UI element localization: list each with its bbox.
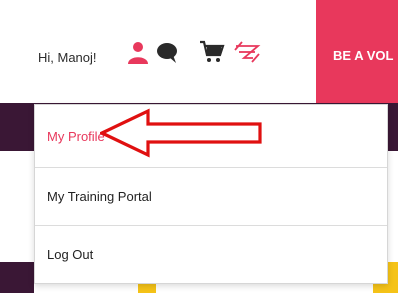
chat-icon[interactable] bbox=[155, 41, 179, 70]
menu-item-log-out[interactable]: Log Out bbox=[35, 225, 387, 283]
brand-logo-icon[interactable] bbox=[233, 41, 261, 68]
menu-item-label: My Training Portal bbox=[47, 188, 152, 204]
background-dark-panel bbox=[0, 262, 34, 293]
user-icon[interactable] bbox=[126, 40, 150, 69]
menu-item-label: My Profile bbox=[47, 128, 105, 144]
menu-item-label: Log Out bbox=[47, 246, 94, 262]
greeting-text: Hi, Manoj! bbox=[38, 50, 97, 65]
volunteer-cta-button[interactable]: BE A VOL bbox=[316, 0, 398, 103]
annotation-arrow-icon bbox=[98, 108, 265, 163]
menu-item-my-training-portal[interactable]: My Training Portal bbox=[35, 167, 387, 225]
cart-icon[interactable] bbox=[199, 40, 225, 69]
site-header: Hi, Manoj! BE A VOL bbox=[0, 0, 398, 103]
